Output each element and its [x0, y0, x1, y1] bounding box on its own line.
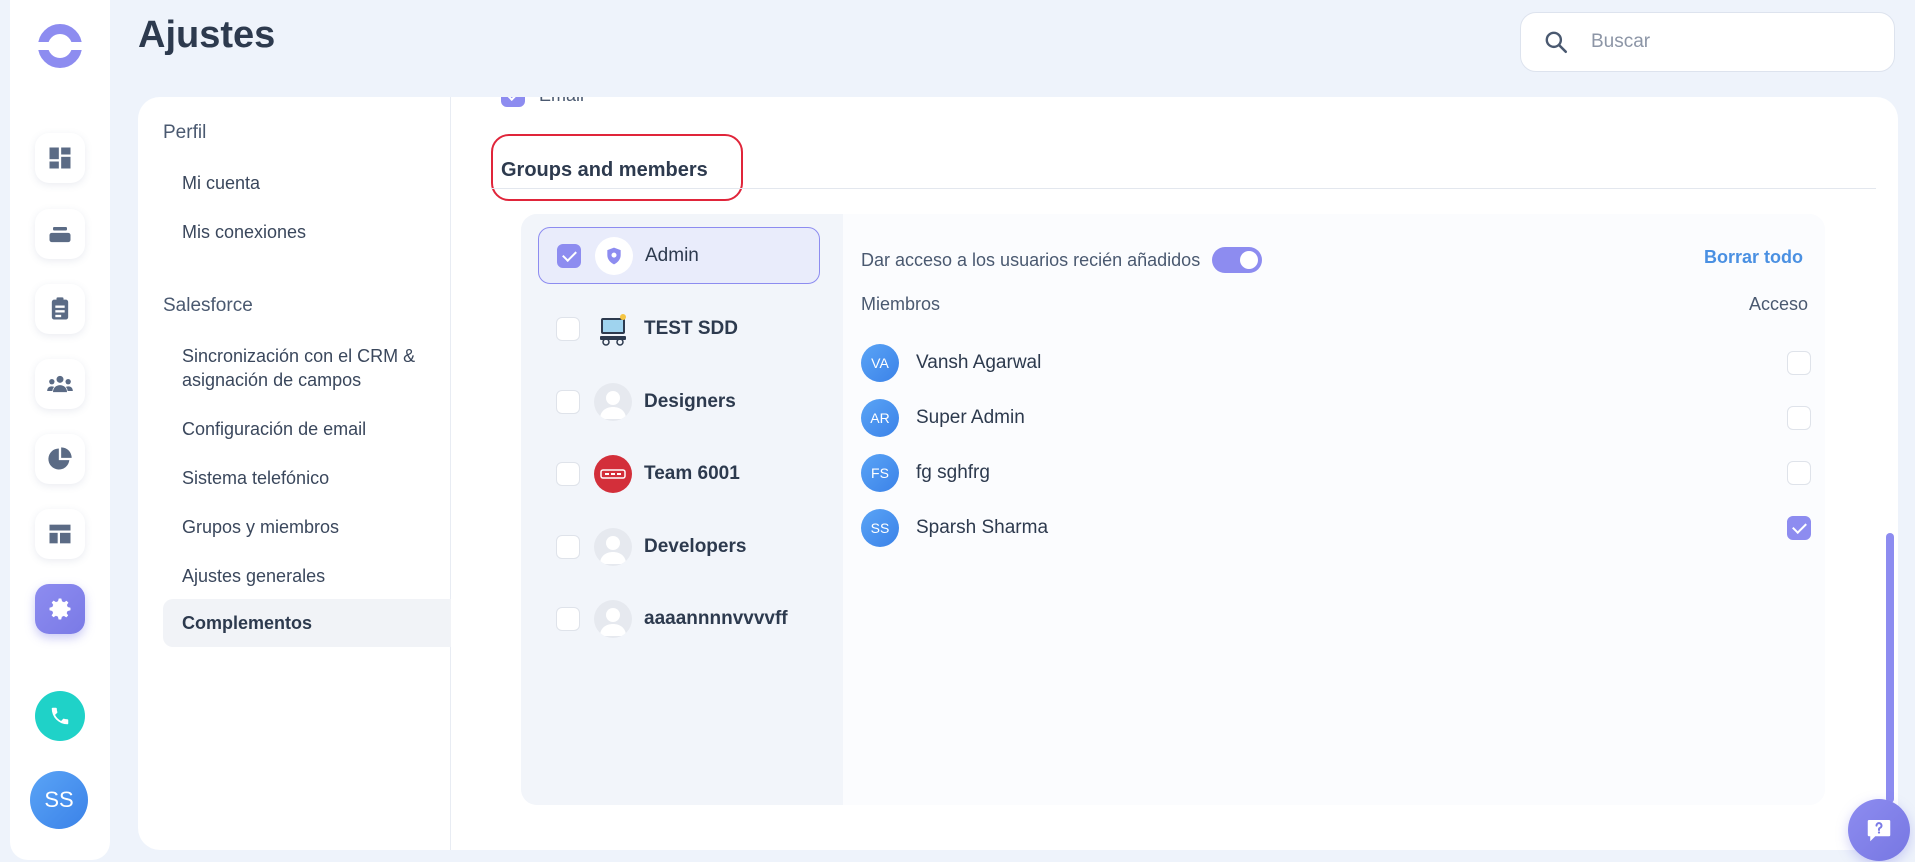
member-row: SS Sparsh Sharma [861, 508, 1811, 548]
member-avatar: SS [861, 509, 899, 547]
member-avatar: AR [861, 399, 899, 437]
team-icon[interactable] [35, 359, 85, 409]
access-column-header: Acceso [1748, 294, 1808, 314]
group-checkbox[interactable] [557, 243, 581, 268]
nav-item-general-settings[interactable]: Ajustes generales [163, 564, 451, 588]
help-button[interactable] [1848, 799, 1910, 861]
settings-card: Perfil Mi cuenta Mis conexiones Salesfor… [138, 97, 1898, 850]
nav-item-crm-sync[interactable]: Sincronización con el CRM & asignación d… [163, 344, 433, 392]
team-logo-icon [594, 454, 632, 493]
group-item-designers[interactable]: Designers [538, 373, 820, 430]
app-logo[interactable] [36, 22, 84, 70]
default-avatar-icon [594, 599, 632, 638]
access-new-users-row: Dar acceso a los usuarios recién añadido… [861, 247, 1263, 273]
shield-icon [595, 236, 633, 275]
inbox-icon[interactable] [35, 209, 85, 259]
access-new-users-toggle[interactable] [1212, 247, 1263, 273]
group-checkbox[interactable] [556, 534, 580, 559]
group-item-admin[interactable]: Admin [538, 227, 820, 284]
nav-item-addons[interactable]: Complementos [163, 599, 451, 647]
email-option[interactable]: Email [501, 97, 584, 107]
page-title: Ajustes [138, 14, 276, 56]
nav-item-groups-members[interactable]: Grupos y miembros [163, 515, 451, 539]
phone-icon [51, 707, 69, 725]
access-new-users-label: Dar acceso a los usuarios recién añadido… [861, 249, 1201, 270]
nav-item-my-account[interactable]: Mi cuenta [163, 171, 451, 195]
email-checkbox[interactable] [501, 97, 525, 107]
member-access-checkbox[interactable] [1787, 351, 1811, 375]
members-pane: Dar acceso a los usuarios recién añadido… [843, 214, 1825, 805]
member-access-checkbox[interactable] [1787, 406, 1811, 430]
group-name: Designers [644, 390, 736, 412]
nav-section-profile: Perfil [163, 122, 207, 143]
group-checkbox[interactable] [556, 461, 580, 486]
group-item-team-6001[interactable]: Team 6001 [538, 445, 820, 502]
group-checkbox[interactable] [556, 389, 580, 414]
dashboard-icon[interactable] [35, 133, 85, 183]
search-icon [1545, 31, 1568, 54]
member-access-checkbox[interactable] [1787, 461, 1811, 485]
member-name: Super Admin [916, 407, 1025, 428]
search-input[interactable] [1591, 31, 1871, 53]
default-avatar-icon [594, 527, 632, 566]
layout-icon[interactable] [35, 509, 85, 559]
member-row: VA Vansh Agarwal [861, 343, 1811, 383]
group-name: Admin [645, 244, 699, 266]
group-item-developers[interactable]: Developers [538, 518, 820, 575]
clipboard-icon[interactable] [35, 284, 85, 334]
nav-item-phone-system[interactable]: Sistema telefónico [163, 466, 451, 490]
nav-section-salesforce: Salesforce [163, 295, 253, 316]
group-name: Team 6001 [644, 462, 740, 484]
section-title: Groups and members [501, 159, 708, 181]
group-item-aaaannnnvvvvff[interactable]: aaaannnnvvvvff [538, 590, 820, 647]
email-label: Email [539, 97, 584, 106]
nav-item-email-config[interactable]: Configuración de email [163, 417, 451, 441]
groups-list: Admin TEST SDD Designers Team 6001 Devel… [521, 214, 843, 805]
clear-all-link[interactable]: Borrar todo [1704, 247, 1803, 268]
member-avatar: FS [861, 454, 899, 492]
member-name: fg sghfrg [916, 462, 990, 483]
groups-members-panel: Admin TEST SDD Designers Team 6001 Devel… [521, 214, 1825, 805]
member-avatar: VA [861, 344, 899, 382]
member-access-checkbox[interactable] [1787, 516, 1811, 540]
left-rail: SS [10, 0, 110, 860]
members-column-header: Miembros [861, 294, 941, 314]
member-name: Sparsh Sharma [916, 517, 1049, 538]
scrollbar[interactable] [1886, 533, 1894, 803]
group-checkbox[interactable] [556, 606, 580, 631]
settings-nav: Perfil Mi cuenta Mis conexiones Salesfor… [138, 97, 451, 850]
member-row: AR Super Admin [861, 398, 1811, 438]
group-name: aaaannnnvvvvff [644, 607, 788, 629]
phone-button[interactable] [35, 691, 85, 741]
pie-chart-icon[interactable] [35, 434, 85, 484]
group-name: Developers [644, 535, 747, 557]
computer-icon [594, 310, 632, 348]
member-name: Vansh Agarwal [916, 352, 1042, 373]
settings-icon[interactable] [35, 584, 85, 634]
search-box[interactable] [1520, 12, 1895, 72]
group-item-test-sdd[interactable]: TEST SDD [538, 300, 820, 357]
help-chat-icon [1867, 820, 1891, 842]
user-avatar[interactable]: SS [30, 771, 88, 829]
section-divider [491, 188, 1876, 189]
nav-item-my-connections[interactable]: Mis conexiones [163, 220, 451, 244]
group-name: TEST SDD [644, 317, 738, 339]
member-row: FS fg sghfrg [861, 453, 1811, 493]
group-checkbox[interactable] [556, 316, 580, 341]
default-avatar-icon [594, 382, 632, 421]
content-area: Email Groups and members Admin [451, 97, 1898, 850]
